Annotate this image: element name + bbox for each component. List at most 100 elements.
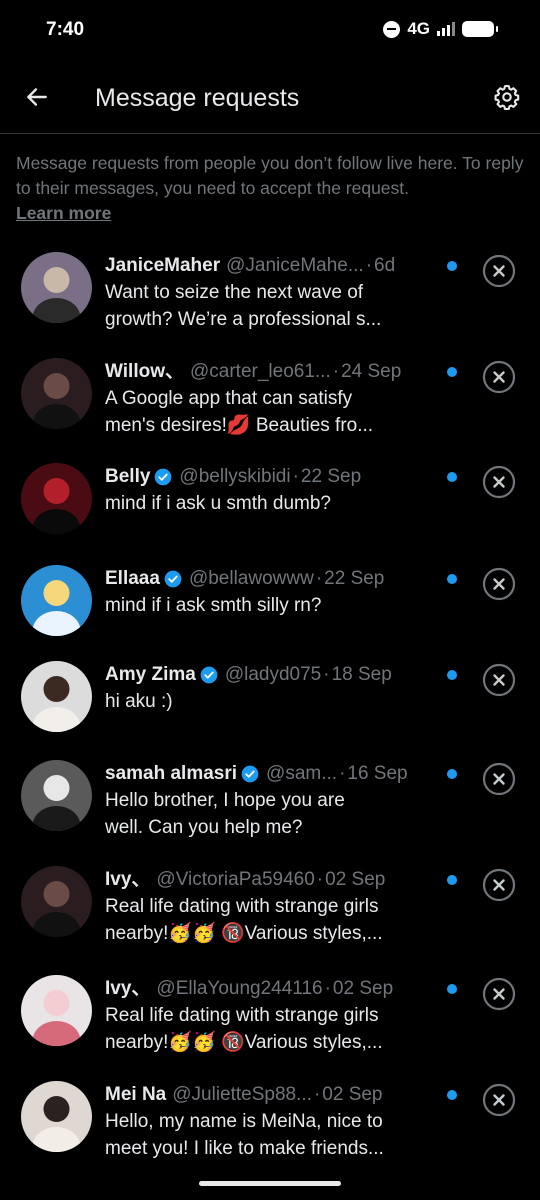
message-preview-line-1: Real life dating with strange girls (105, 1005, 379, 1026)
close-circle-icon (482, 1083, 516, 1117)
dismiss-button[interactable] (482, 254, 516, 288)
request-header: Amy Zima @ladyd075 · 18 Sep (105, 661, 450, 688)
dismiss-button[interactable] (482, 360, 516, 394)
unread-dot (447, 261, 457, 271)
close-circle-icon (482, 663, 516, 697)
avatar[interactable] (21, 565, 92, 636)
learn-more-link[interactable]: Learn more (16, 201, 111, 226)
dismiss-button[interactable] (482, 762, 516, 796)
message-preview-line-1: Hello brother, I hope you are (105, 790, 345, 811)
avatar[interactable] (21, 358, 92, 429)
close-circle-icon (482, 977, 516, 1011)
unread-dot (447, 875, 457, 885)
display-name: Willow、 (105, 361, 184, 382)
request-row[interactable]: Mei Na @JulietteSp88... · 02 Sep Hello, … (0, 1081, 540, 1181)
display-name: samah almasri (105, 763, 238, 784)
request-content: Amy Zima @ladyd075 · 18 Sep hi aku :) (105, 661, 450, 715)
display-name: Mei Na (105, 1084, 167, 1105)
info-text: Message requests from people you don’t f… (16, 153, 524, 198)
message-preview-line-2: nearby!🥳🥳 🔞Various styles,... (105, 1032, 383, 1053)
request-header: Willow、 @carter_leo61... · 24 Sep (105, 358, 450, 385)
request-header: Mei Na @JulietteSp88... · 02 Sep (105, 1081, 450, 1108)
unread-dot (447, 670, 457, 680)
message-preview-line-2: nearby!🥳🥳 🔞Various styles,... (105, 923, 383, 944)
settings-button[interactable] (490, 80, 524, 114)
avatar[interactable] (21, 661, 92, 732)
message-preview-line-1: A Google app that can satisfy (105, 388, 353, 409)
network-type: 4G (407, 19, 430, 38)
unread-dot (447, 1090, 457, 1100)
request-row[interactable]: Ivy、 @EllaYoung244116 · 02 Sep Real life… (0, 975, 540, 1075)
dismiss-button[interactable] (482, 567, 516, 601)
dismiss-button[interactable] (482, 465, 516, 499)
message-preview-line-1: mind if i ask u smth dumb? (105, 493, 331, 514)
back-button[interactable] (20, 80, 54, 114)
handle: @EllaYoung244116 (156, 978, 323, 999)
message-preview-line-2: men's desires!💋 Beauties fro... (105, 415, 374, 436)
display-name: Belly (105, 466, 151, 487)
home-indicator[interactable] (199, 1181, 341, 1186)
verified-badge-icon (200, 666, 218, 683)
status-time: 7:40 (46, 19, 85, 40)
request-content: Belly @bellyskibidi · 22 Sep mind if i a… (105, 463, 450, 517)
separator: · (339, 763, 346, 784)
request-row[interactable]: JaniceMaher @JaniceMahe... · 6d Want to … (0, 252, 540, 352)
date: 16 Sep (347, 763, 408, 784)
handle: @JaniceMahe... (226, 255, 364, 276)
request-row[interactable]: Ivy、 @VictoriaPa59460 · 02 Sep Real life… (0, 866, 540, 966)
request-header: samah almasri @sam... · 16 Sep (105, 760, 450, 787)
message-preview-line-1: Want to seize the next wave of (105, 282, 364, 303)
do-not-disturb-icon (383, 20, 401, 38)
close-circle-icon (482, 465, 516, 499)
handle: @VictoriaPa59460 (156, 869, 315, 890)
close-circle-icon (482, 254, 516, 288)
message-preview-line-2: meet you! I like to make friends... (105, 1138, 384, 1159)
dismiss-button[interactable] (482, 977, 516, 1011)
verified-badge-icon (155, 468, 172, 485)
dismiss-button[interactable] (482, 1083, 516, 1117)
avatar[interactable] (21, 1081, 92, 1152)
message-preview-line-1: mind if i ask smth silly rn? (105, 595, 322, 616)
separator: · (324, 978, 331, 999)
request-header: Ivy、 @VictoriaPa59460 · 02 Sep (105, 866, 450, 893)
page-title: Message requests (95, 84, 300, 112)
separator: · (316, 869, 324, 890)
avatar[interactable] (21, 760, 92, 831)
avatar[interactable] (21, 975, 92, 1046)
close-circle-icon (482, 567, 516, 601)
display-name: Ivy、 (105, 869, 151, 890)
separator: · (365, 255, 373, 276)
message-preview-line-1: hi aku :) (105, 691, 173, 712)
request-row[interactable]: Amy Zima @ladyd075 · 18 Sep hi aku :) (0, 661, 540, 761)
request-row[interactable]: Ellaaa @bellawowww · 22 Sep mind if i as… (0, 565, 540, 665)
handle: @sam... (266, 763, 338, 784)
message-preview-line-1: Hello, my name is MeiNa, nice to (105, 1111, 383, 1132)
separator: · (332, 361, 340, 382)
handle: @ladyd075 (224, 664, 322, 685)
gear-icon (494, 84, 520, 110)
verified-badge-icon (241, 765, 259, 782)
handle: @bellawowww (188, 568, 314, 589)
dismiss-button[interactable] (482, 868, 516, 902)
separator: · (315, 568, 323, 589)
separator: · (292, 466, 299, 487)
avatar[interactable] (21, 252, 92, 323)
dismiss-button[interactable] (482, 663, 516, 697)
date: 24 Sep (341, 361, 402, 382)
request-row[interactable]: Willow、 @carter_leo61... · 24 Sep A Goog… (0, 358, 540, 458)
handle: @bellyskibidi (179, 466, 291, 487)
request-row[interactable]: samah almasri @sam... · 16 Sep Hello bro… (0, 760, 540, 860)
avatar[interactable] (21, 866, 92, 937)
avatar[interactable] (21, 463, 92, 534)
unread-dot (447, 984, 457, 994)
status-icons: 4G (383, 19, 498, 39)
app-header: Message requests (0, 64, 540, 134)
separator: · (313, 1084, 321, 1105)
unread-dot (447, 769, 457, 779)
request-content: Ivy、 @VictoriaPa59460 · 02 Sep Real life… (105, 866, 450, 947)
request-row[interactable]: Belly @bellyskibidi · 22 Sep mind if i a… (0, 463, 540, 563)
separator: · (323, 664, 330, 685)
request-content: JaniceMaher @JaniceMahe... · 6d Want to … (105, 252, 450, 333)
request-header: Belly @bellyskibidi · 22 Sep (105, 463, 450, 490)
request-content: Willow、 @carter_leo61... · 24 Sep A Goog… (105, 358, 450, 439)
